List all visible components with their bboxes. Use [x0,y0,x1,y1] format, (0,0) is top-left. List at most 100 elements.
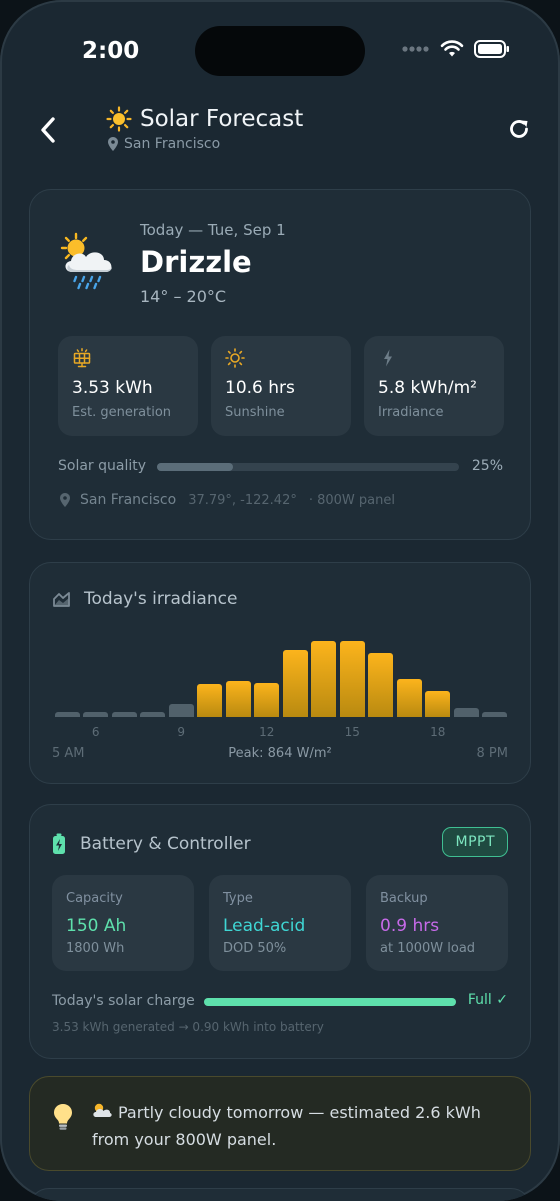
sunshine-label: Sunshine [225,405,285,420]
location-city: San Francisco [80,492,177,508]
battery-type-card: Type Lead-acid DOD 50% [209,875,351,971]
location-details: San Francisco 37.79°, -122.42° · 800W pa… [60,492,395,508]
next-card [29,1188,531,1201]
mppt-badge[interactable]: MPPT [442,827,508,857]
signal-dots-icon [402,46,429,52]
battery-capacity-card: Capacity 150 Ah 1800 Wh [52,875,194,971]
metric-sunshine: 10.6 hrs Sunshine [211,336,351,436]
battery-charging-icon [53,833,65,854]
tip-text: Partly cloudy tomorrow — estimated 2.6 k… [92,1099,502,1153]
location-coordinates: 37.79°, -122.42° [188,492,297,508]
irradiance-title: Today's irradiance [84,589,238,609]
capacity-label: Capacity [66,891,123,906]
sun-outline-icon [225,348,245,372]
metric-generation: 3.53 kWh Est. generation [58,336,198,436]
solar-charge-bar [204,998,456,1006]
chart-end-label: 8 PM [476,746,508,761]
solar-charge-note: 3.53 kWh generated → 0.90 kWh into batte… [52,1020,324,1034]
bolt-icon [378,348,398,372]
app-header: Solar Forecast San Francisco [0,100,560,166]
chevron-left-icon [41,117,55,143]
refresh-button[interactable] [504,114,534,144]
irradiance-value: 5.8 kWh/m² [378,378,477,398]
solar-charge-fill [204,998,456,1006]
irradiance-bar [254,682,279,717]
irradiance-bar [111,712,137,717]
generation-value: 3.53 kWh [72,378,153,398]
irradiance-bar [83,712,108,717]
capacity-sub: 1800 Wh [66,941,125,956]
solar-quality-percent: 25% [471,458,503,474]
irradiance-bar [282,649,308,717]
temperature-range: 14° – 20°C [140,287,227,306]
sunshine-value: 10.6 hrs [225,378,295,398]
solar-quality-bar [157,463,459,471]
type-value: Lead-acid [223,916,306,936]
irradiance-bar [425,691,450,717]
irradiance-bar [140,711,165,717]
dynamic-island [195,26,365,76]
area-chart-icon [53,592,70,607]
status-time: 2:00 [82,38,140,64]
phone-screen: 2:00 Solar Forecast San Francisco Today … [0,0,560,1201]
irradiance-bar [482,712,507,717]
tomorrow-tip-card: Partly cloudy tomorrow — estimated 2.6 k… [29,1076,531,1171]
irradiance-bar [453,708,479,717]
weather-condition: Drizzle [140,245,252,279]
chart-peak-label: Peak: 864 W/m² [228,746,332,761]
location-pin-icon [60,493,70,507]
x-tick-label: 6 [91,725,100,739]
battery-header: Battery & Controller [52,833,251,855]
x-tick-label: 18 [430,725,446,739]
battery-backup-card: Backup 0.9 hrs at 1000W load [366,875,508,971]
irradiance-bar [368,653,393,717]
capacity-value: 150 Ah [66,916,127,936]
irradiance-bar [225,680,251,717]
header-title-group: Solar Forecast San Francisco [106,106,303,152]
status-bar: 2:00 [0,0,560,90]
solar-charge-status: Full ✓ [467,992,508,1008]
page-title: Solar Forecast [140,106,304,132]
status-icons [402,40,510,58]
backup-sub: at 1000W load [380,941,476,956]
irradiance-label: Irradiance [378,405,444,420]
irradiance-bar [396,678,422,717]
irradiance-bar-chart [53,625,509,717]
irradiance-card: Today's irradiance 6 9 12 15 18 5 AM Peak: 8… [29,562,531,784]
lightbulb-icon [52,1103,74,1135]
type-sub: DOD 50% [223,941,287,956]
irradiance-bar [54,712,80,717]
forecast-date: Today — Tue, Sep 1 [140,221,286,239]
solar-panel-icon [72,348,92,372]
solar-quality-fill [157,463,233,471]
generation-label: Est. generation [72,405,172,420]
wifi-icon [440,40,464,57]
sun-behind-rain-cloud-icon [58,232,120,298]
sun-icon [106,106,132,132]
backup-label: Backup [380,891,428,906]
solar-quality-label: Solar quality [58,458,147,474]
battery-icon [474,40,509,58]
x-tick-label: 12 [259,725,275,739]
x-tick-label: 15 [344,725,360,739]
solar-charge-label: Today's solar charge [52,993,195,1009]
battery-controller-card: Battery & Controller MPPT Capacity 150 A… [29,804,531,1059]
location-pin-icon [108,137,118,151]
refresh-icon [510,120,528,138]
battery-title: Battery & Controller [80,834,251,854]
back-button[interactable] [32,112,64,148]
irradiance-bar [339,641,365,717]
irradiance-header: Today's irradiance [52,589,237,609]
x-tick-label: 9 [177,725,186,739]
panel-size: · 800W panel [308,492,395,508]
tip-message: Partly cloudy tomorrow — estimated 2.6 k… [92,1103,481,1149]
backup-value: 0.9 hrs [380,916,440,936]
header-location: San Francisco [124,136,221,152]
metric-irradiance: 5.8 kWh/m² Irradiance [364,336,504,436]
irradiance-bar [311,641,336,717]
irradiance-bar [197,684,222,717]
sun-behind-cloud-icon [93,1103,112,1117]
type-label: Type [223,891,253,906]
today-forecast-card: Today — Tue, Sep 1 Drizzle 14° – 20°C 3.… [29,189,531,540]
irradiance-bar [168,704,194,717]
